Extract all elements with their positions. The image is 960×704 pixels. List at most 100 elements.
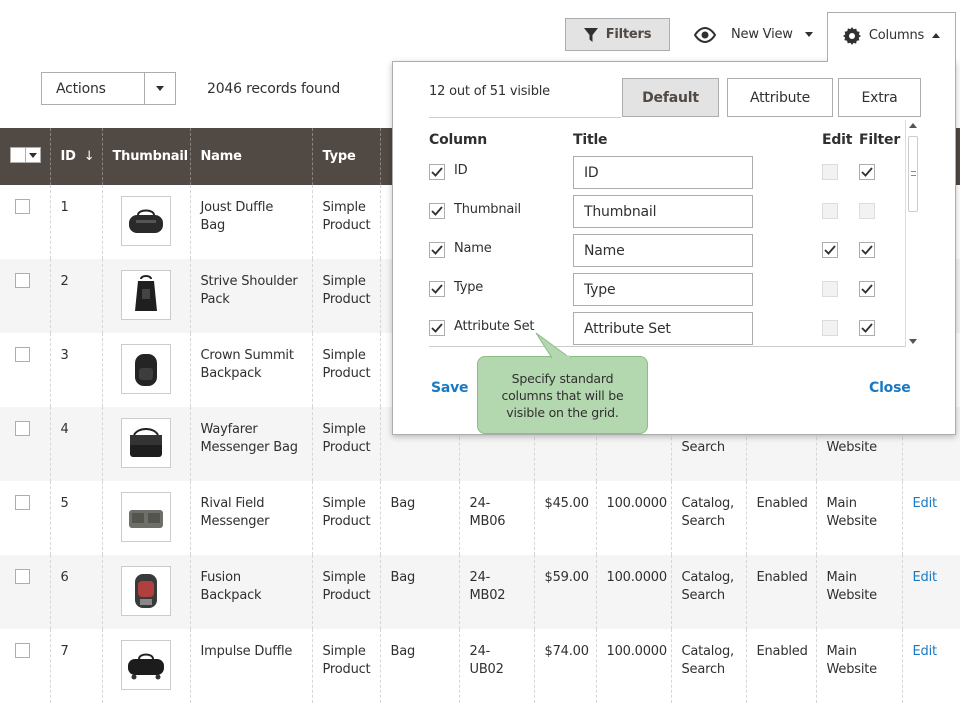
column-header-thumbnail[interactable]: Thumbnail xyxy=(101,128,190,185)
save-button[interactable]: Save xyxy=(431,380,469,396)
column-filter-checkbox xyxy=(859,203,875,219)
column-filter-checkbox[interactable] xyxy=(859,164,875,180)
tab-attribute[interactable]: Attribute xyxy=(727,78,833,117)
edit-link[interactable]: Edit xyxy=(913,570,938,585)
chevron-up-icon xyxy=(932,33,941,38)
scroll-up-icon[interactable] xyxy=(909,123,917,128)
edit-heading: Edit xyxy=(822,132,853,148)
edit-link[interactable]: Edit xyxy=(913,496,938,511)
column-header-type[interactable]: Type xyxy=(311,128,380,185)
column-visible-checkbox[interactable] xyxy=(429,164,445,180)
mass-select-control[interactable] xyxy=(10,147,41,163)
cell-status: Enabled xyxy=(745,629,816,703)
cell-visibility: Catalog, Search xyxy=(670,555,746,629)
tooltip-pointer xyxy=(535,332,572,359)
row-checkbox[interactable] xyxy=(15,495,30,510)
column-title-input[interactable]: Attribute Set xyxy=(573,312,753,345)
field-messenger-image xyxy=(128,510,163,528)
column-option-label: Name xyxy=(454,241,492,256)
cell-name: Joust Duffle Bag xyxy=(189,185,312,259)
impulse-duffle-image xyxy=(127,653,164,680)
title-heading: Title xyxy=(573,132,608,148)
cell-sku: 24-UB02 xyxy=(458,629,534,703)
row-checkbox[interactable] xyxy=(15,569,30,584)
backpack-image xyxy=(134,354,157,386)
scrollbar-thumb[interactable] xyxy=(908,136,918,212)
filter-heading: Filter xyxy=(859,132,901,148)
cell-price: $74.00 xyxy=(533,629,596,703)
cell-quantity: 100.0000 xyxy=(595,555,671,629)
row-checkbox[interactable] xyxy=(15,421,30,436)
cell-websites: Main Website xyxy=(815,629,902,703)
funnel-icon xyxy=(583,27,598,42)
column-visible-checkbox[interactable] xyxy=(429,203,445,219)
column-filter-checkbox[interactable] xyxy=(859,242,875,258)
columns-list[interactable]: Column Title Edit Filter ID ID Thumbnail Th… xyxy=(429,120,919,347)
actions-dropdown[interactable]: Actions xyxy=(41,72,176,105)
table-row[interactable]: 7 Impulse Duffle Simple Product Bag 24-U… xyxy=(0,629,960,703)
row-checkbox[interactable] xyxy=(15,273,30,288)
column-filter-checkbox[interactable] xyxy=(859,320,875,336)
mass-select-header[interactable] xyxy=(0,128,50,185)
cell-sku: 24-MB06 xyxy=(458,481,534,555)
row-checkbox[interactable] xyxy=(15,199,30,214)
cell-price: $45.00 xyxy=(533,481,596,555)
help-tooltip: Specify standard columns that will be vi… xyxy=(477,356,648,434)
product-thumbnail[interactable] xyxy=(120,196,171,246)
cell-id: 5 xyxy=(49,481,102,555)
column-visible-checkbox[interactable] xyxy=(429,281,445,297)
column-option-row: Attribute Set Attribute Set xyxy=(429,312,907,345)
column-visible-checkbox[interactable] xyxy=(429,320,445,336)
column-title-input[interactable]: Type xyxy=(573,273,753,306)
scroll-down-icon[interactable] xyxy=(909,339,917,344)
cell-name: Fusion Backpack xyxy=(189,555,312,629)
column-header-name[interactable]: Name xyxy=(189,128,312,185)
column-title-input[interactable]: Thumbnail xyxy=(573,195,753,228)
cell-id: 2 xyxy=(49,259,102,333)
cell-name: Strive Shoulder Pack xyxy=(189,259,312,333)
cell-type: Simple Product xyxy=(311,333,380,407)
divider xyxy=(429,117,621,118)
product-thumbnail[interactable] xyxy=(120,270,171,320)
column-edit-checkbox[interactable] xyxy=(822,242,838,258)
columns-button[interactable]: Columns xyxy=(827,12,956,62)
row-checkbox[interactable] xyxy=(15,643,30,658)
tab-extra[interactable]: Extra xyxy=(838,78,921,117)
actions-dropdown-toggle[interactable] xyxy=(144,73,175,104)
cell-websites: Main Website xyxy=(815,555,902,629)
scrollbar[interactable] xyxy=(905,120,919,347)
column-filter-checkbox[interactable] xyxy=(859,281,875,297)
column-header-id[interactable]: ID ↓ xyxy=(49,128,102,185)
cell-id: 6 xyxy=(49,555,102,629)
actions-label: Actions xyxy=(56,80,106,97)
row-checkbox[interactable] xyxy=(15,347,30,362)
column-title-input[interactable]: ID xyxy=(573,156,753,189)
close-button[interactable]: Close xyxy=(869,380,911,396)
view-switcher-button[interactable]: New View xyxy=(693,18,813,51)
column-visible-checkbox[interactable] xyxy=(429,242,445,258)
table-row[interactable]: 6 Fusion Backpack Simple Product Bag 24-… xyxy=(0,555,960,629)
product-thumbnail[interactable] xyxy=(120,418,171,468)
shoulder-pack-image xyxy=(134,275,157,311)
column-title-input[interactable]: Name xyxy=(573,234,753,267)
chevron-down-icon xyxy=(29,152,37,158)
column-option-label: ID xyxy=(454,163,468,178)
product-thumbnail[interactable] xyxy=(120,492,171,542)
product-thumbnail[interactable] xyxy=(120,640,171,690)
filters-button[interactable]: Filters xyxy=(565,18,670,51)
edit-link[interactable]: Edit xyxy=(913,644,938,659)
table-row[interactable]: 5 Rival Field Messenger Simple Product B… xyxy=(0,481,960,555)
cell-name: Impulse Duffle xyxy=(189,629,312,703)
cell-sku: 24-MB02 xyxy=(458,555,534,629)
tab-default[interactable]: Default xyxy=(622,78,719,117)
cell-type: Simple Product xyxy=(311,185,380,259)
column-option-label: Type xyxy=(454,280,484,295)
view-switcher-label: New View xyxy=(731,27,793,42)
column-edit-checkbox xyxy=(822,281,838,297)
cell-type: Simple Product xyxy=(311,259,380,333)
product-thumbnail[interactable] xyxy=(120,344,171,394)
column-option-label: Thumbnail xyxy=(454,202,521,217)
cell-visibility: Catalog, Search xyxy=(670,481,746,555)
visible-columns-count: 12 out of 51 visible xyxy=(429,84,550,99)
product-thumbnail[interactable] xyxy=(120,566,171,616)
